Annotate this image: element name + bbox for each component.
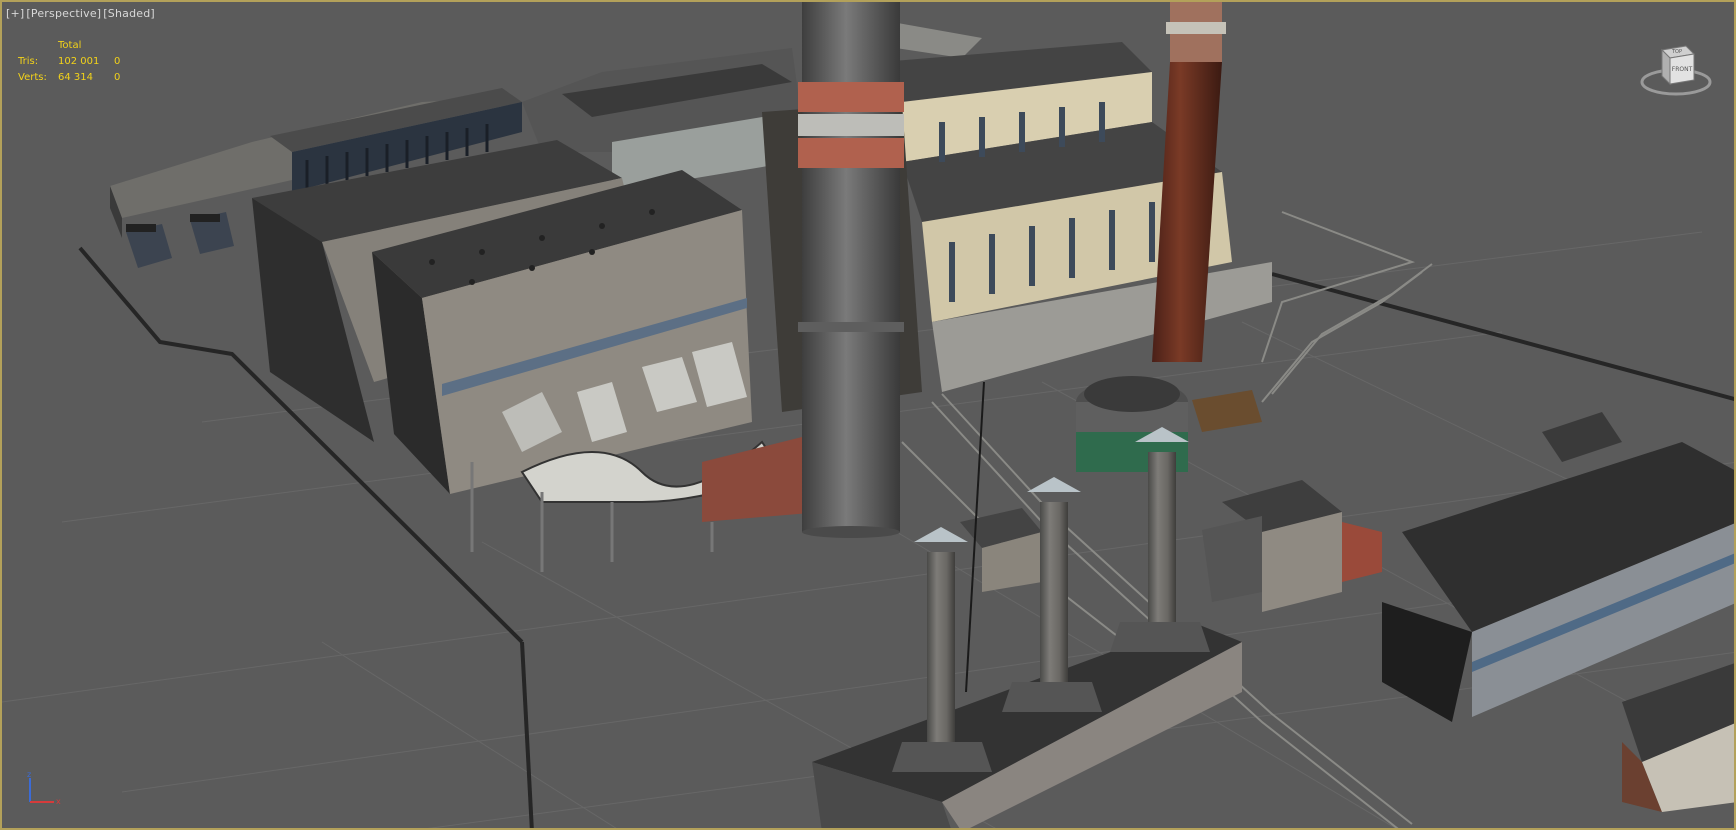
statistics-overlay: Total Tris: 102 001 0 Verts: 64 314 0 [18,38,134,86]
corner-building [1622,663,1734,812]
axis-x-label: x [56,797,61,806]
perspective-viewport[interactable]: [+] [Perspective] [Shaded] Total Tris: 102… [0,0,1736,830]
viewport-pov-menu[interactable]: [Perspective] [26,7,101,20]
transformers [126,212,234,268]
stats-total: 102 001 [58,56,100,67]
stats-total: 64 314 [58,72,93,83]
stats-selected: 0 [114,72,121,83]
axis-tripod-icon: z x [27,770,61,806]
viewport-shading-menu[interactable]: [Shaded] [103,7,155,20]
stats-label: Tris: [18,56,39,67]
small-building-right [1202,480,1382,612]
viewport-plus-menu[interactable]: [+] [6,7,24,20]
scene-render[interactable] [2,2,1736,830]
stats-selected: 0 [114,56,121,67]
stats-label: Verts: [18,72,47,83]
stats-header-total: Total [58,40,82,51]
stats-row-tris: Tris: 102 001 0 [18,54,134,70]
long-building-right [1382,412,1734,722]
small-brown-shed [1192,390,1262,432]
stats-row-verts: Verts: 64 314 0 [18,70,134,86]
viewport-label-menu: [+] [Perspective] [Shaded] [6,7,157,20]
viewcube-top-label: TOP [1671,49,1682,55]
axis-z-label: z [27,770,31,779]
main-chimney [798,2,904,538]
viewcube-front-label: FRONT [1672,66,1693,73]
viewcube-icon[interactable]: TOP FRONT [1636,36,1716,100]
